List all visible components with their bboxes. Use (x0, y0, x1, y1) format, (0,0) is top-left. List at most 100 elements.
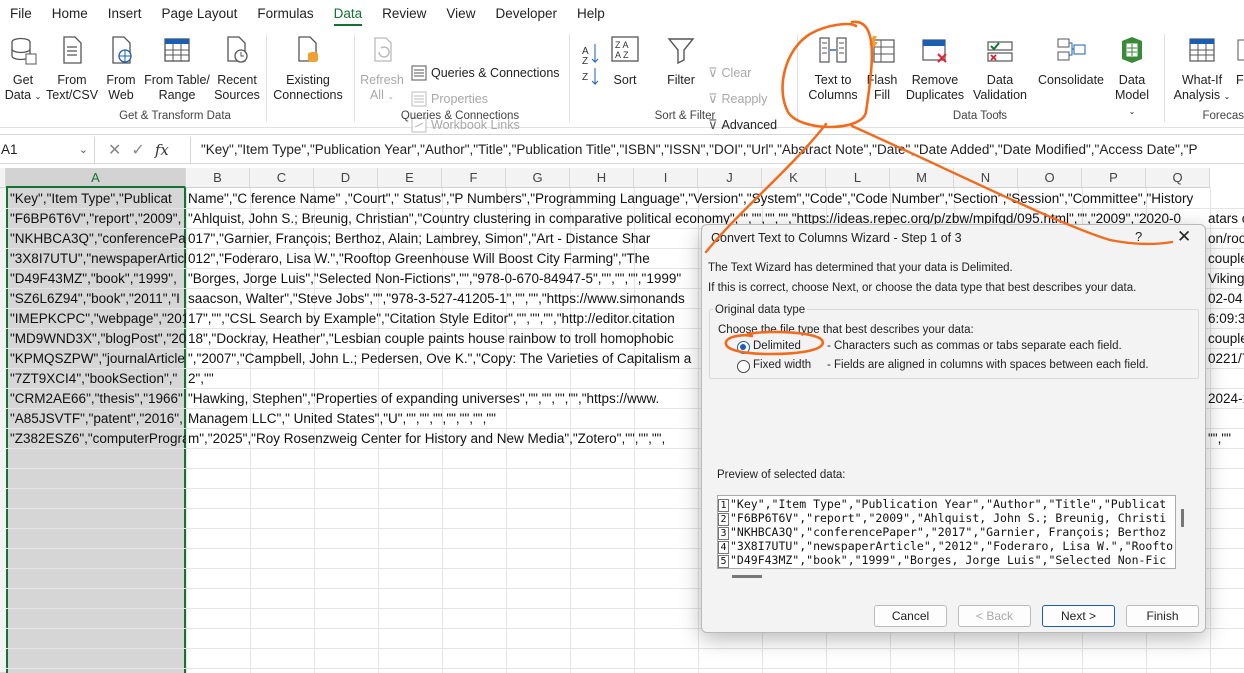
column-header-i[interactable]: I (634, 168, 698, 188)
filter-button[interactable]: Filter (662, 34, 700, 88)
menu-file[interactable]: File (0, 0, 42, 28)
cell-a-text[interactable]: "NKHBCA3Q","conferencePap (10, 229, 186, 249)
column-header-b[interactable]: B (186, 168, 250, 188)
existing-label-2: Connections (273, 88, 343, 102)
group-label-get-transform: Get & Transform Data (119, 110, 231, 122)
cell-a-text[interactable]: "3X8I7UTU","newspaperArticl (10, 249, 186, 269)
function-icon[interactable]: fx (155, 141, 169, 159)
recent-sources-button[interactable]: Recent Sources (214, 34, 260, 103)
forecast-sheet-button[interactable]: Fo (1236, 34, 1244, 88)
cell-a-text[interactable]: "Z382ESZ6","computerProgra (10, 429, 186, 449)
chevron-down-icon[interactable]: ⌄ (79, 137, 88, 163)
column-header-o[interactable]: O (1018, 168, 1082, 188)
column-header-e[interactable]: E (378, 168, 442, 188)
menu-developer[interactable]: Developer (485, 0, 567, 28)
delimited-radio[interactable] (737, 341, 750, 354)
back-button[interactable]: < Back (958, 605, 1031, 627)
menu-insert[interactable]: Insert (98, 0, 152, 28)
from-web-button[interactable]: From Web (102, 34, 140, 103)
cell-a-text[interactable]: "7ZT9XCI4","bookSection"," (10, 369, 186, 389)
column-header-c[interactable]: C (250, 168, 314, 188)
cell-overflow-fragment: couple (1208, 331, 1244, 346)
cell-a-text[interactable]: "Key","Item Type","Publicat (10, 189, 186, 209)
menu-page-layout[interactable]: Page Layout (152, 0, 248, 28)
reapply-button[interactable]: ⊽ Reapply (708, 89, 767, 109)
filter-label: Filter (667, 73, 695, 87)
cell-a-text[interactable]: "CRM2AE66","thesis","1966" (10, 389, 186, 409)
existing-connections-button[interactable]: Existing Connections (272, 34, 344, 103)
from-table-range-button[interactable]: From Table/ Range (144, 34, 210, 103)
column-header-h[interactable]: H (570, 168, 634, 188)
text-to-columns-button[interactable]: Text to Columns (806, 34, 860, 103)
data-validation-label-1: Data (986, 73, 1014, 87)
cell-a-text[interactable]: "IMEPKCPC","webpage","2017" (10, 309, 186, 329)
column-header-a[interactable]: A (6, 168, 186, 188)
column-header-g[interactable]: G (506, 168, 570, 188)
column-header-l[interactable]: L (826, 168, 890, 188)
data-model-button[interactable]: Data Model ⌄ (1110, 34, 1154, 119)
name-box[interactable]: A1 ⌄ (0, 137, 95, 163)
from-table-label-2: Range (158, 88, 196, 102)
menu-data[interactable]: Data (324, 0, 373, 28)
sort-button[interactable]: Z AA Z Sort (608, 34, 642, 88)
flash-fill-label-1: Flash (866, 73, 898, 87)
svg-text:Z: Z (582, 72, 588, 83)
get-data-label-1: Get (12, 73, 34, 87)
cell-a-text[interactable]: "A85JSVTF","patent","2016", (10, 409, 186, 429)
close-icon[interactable]: ✕ (1177, 227, 1191, 247)
column-header-m[interactable]: M (890, 168, 954, 188)
sort-az-button[interactable]: AZZ (582, 42, 600, 92)
properties-button[interactable]: Properties (411, 89, 488, 109)
menu-view[interactable]: View (436, 0, 485, 28)
fixed-width-label[interactable]: Fixed width (753, 359, 811, 371)
data-model-icon (1122, 37, 1142, 63)
preview-vertical-scrollbar[interactable] (1181, 509, 1184, 527)
from-text-csv-button[interactable]: From Text/CSV (46, 34, 98, 103)
finish-button[interactable]: Finish (1126, 605, 1199, 627)
menu-help[interactable]: Help (567, 0, 615, 28)
column-header-j[interactable]: J (698, 168, 762, 188)
queries-label: Queries & Connections (431, 66, 560, 80)
check-icon[interactable]: ✓ (131, 140, 144, 160)
delimited-label[interactable]: Delimited (753, 340, 801, 352)
ribbon-separator (354, 34, 355, 122)
cell-overflow-fragment: atars c (1208, 211, 1244, 226)
help-icon[interactable]: ? (1135, 229, 1142, 244)
dialog-message-1: The Text Wizard has determined that your… (708, 262, 1013, 274)
fixed-width-radio[interactable] (737, 360, 750, 373)
flash-fill-button[interactable]: Flash Fill (864, 34, 900, 103)
cancel-button[interactable]: Cancel (874, 605, 947, 627)
get-data-button[interactable]: Get Data ⌄ (4, 34, 42, 104)
column-header-p[interactable]: P (1082, 168, 1146, 188)
remove-duplicates-button[interactable]: Remove Duplicates (904, 34, 966, 103)
what-if-analysis-button[interactable]: What-If Analysis ⌄ (1172, 34, 1232, 104)
column-header-d[interactable]: D (314, 168, 378, 188)
ribbon: Get Data ⌄ From Text/CSV From Web From T… (0, 28, 1244, 133)
consolidate-button[interactable]: Consolidate (1036, 34, 1106, 88)
column-header-q[interactable]: Q (1146, 168, 1210, 188)
next-button[interactable]: Next > (1042, 605, 1115, 627)
queries-connections-button[interactable]: Queries & Connections (411, 63, 560, 83)
column-header-n[interactable]: N (954, 168, 1018, 188)
menu-formulas[interactable]: Formulas (247, 0, 323, 28)
column-header-k[interactable]: K (762, 168, 826, 188)
data-preview[interactable]: 1 "Key","Item Type","Publication Year","A… (717, 495, 1176, 569)
cell-a-text[interactable]: "D49F43MZ","book","1999", (10, 269, 186, 289)
properties-label: Properties (431, 92, 488, 106)
menu-home[interactable]: Home (42, 0, 98, 28)
gridline (186, 188, 187, 673)
menu-review[interactable]: Review (372, 0, 436, 28)
clear-button[interactable]: ⊽ Clear (708, 63, 751, 83)
formula-bar: A1 ⌄ ✕ ✓ fx "Key","Item Type","Publicatio… (0, 134, 1244, 164)
from-text-label-1: From (57, 73, 87, 87)
cancel-icon[interactable]: ✕ (108, 140, 121, 160)
cell-a-text[interactable]: "F6BP6T6V","report","2009", (10, 209, 186, 229)
cell-a-text[interactable]: "SZ6L6Z94","book","2011","I (10, 289, 186, 309)
cell-a-text[interactable]: "MD9WND3X","blogPost","20 (10, 329, 186, 349)
column-header-f[interactable]: F (442, 168, 506, 188)
cell-a-text[interactable]: "KPMQSZPW","journalArticle (10, 349, 186, 369)
refresh-all-button[interactable]: Refresh All ⌄ (360, 34, 404, 104)
preview-horizontal-scrollbar[interactable] (732, 575, 762, 578)
data-validation-button[interactable]: Data Validation ⌄ (968, 34, 1032, 119)
formula-input[interactable]: "Key","Item Type","Publication Year","Au… (190, 137, 1244, 163)
